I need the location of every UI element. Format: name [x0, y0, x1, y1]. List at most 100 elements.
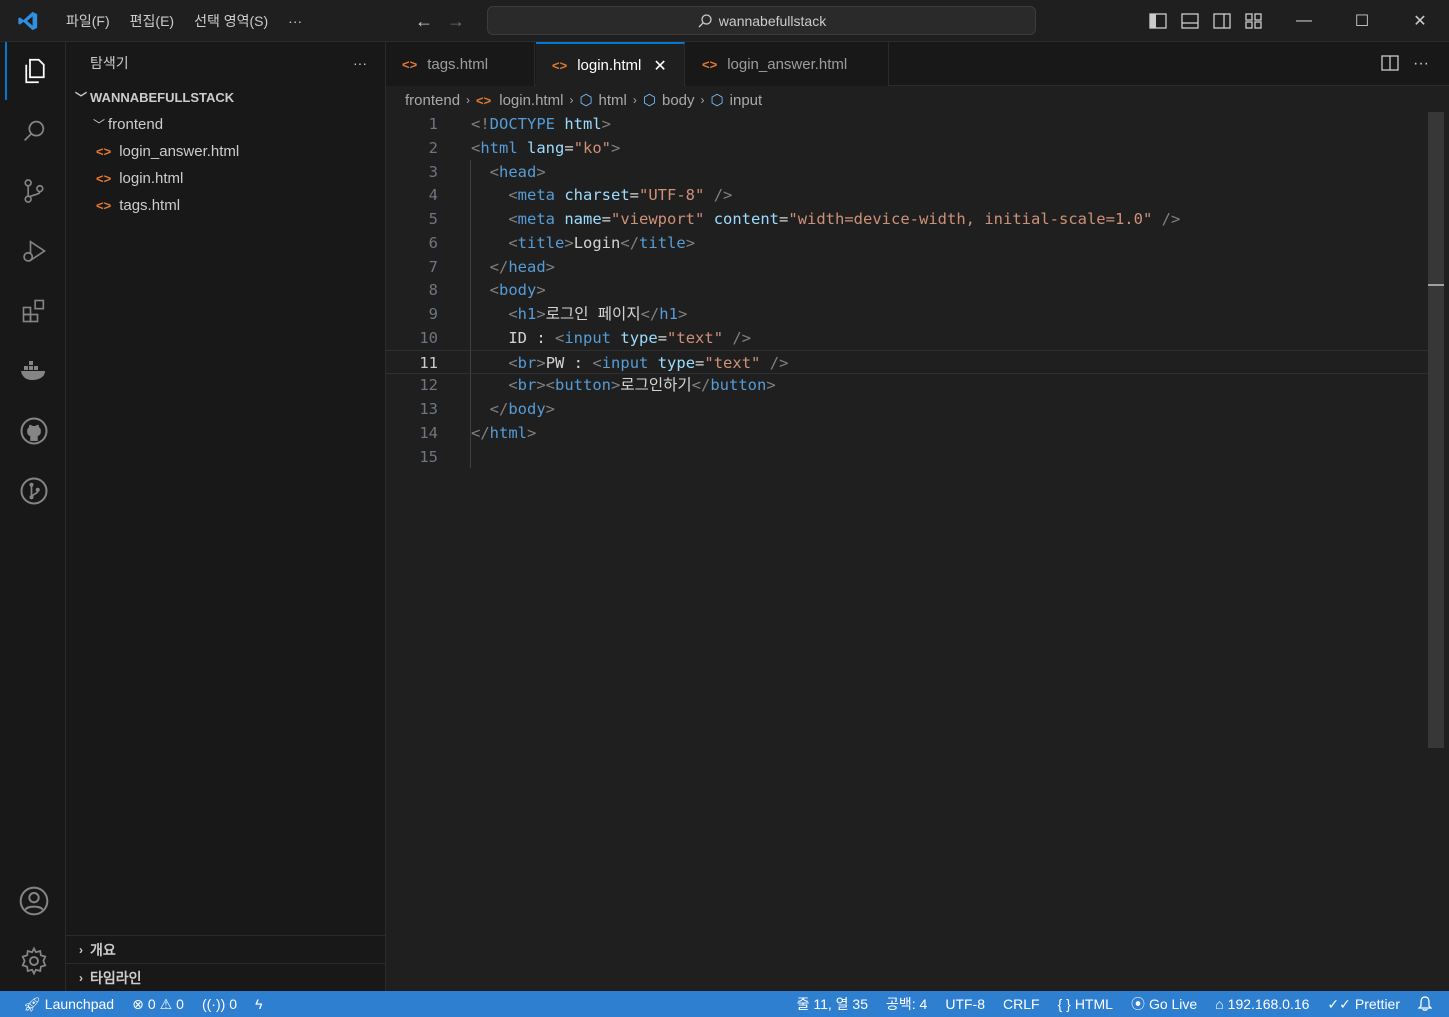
account-icon[interactable] [5, 872, 63, 930]
code-line: 15 [386, 445, 1428, 469]
close-tab-icon[interactable]: ✕ [653, 56, 666, 76]
menu-edit[interactable]: 편집(E) [120, 0, 184, 42]
github-icon[interactable] [5, 402, 63, 460]
status-bar: 🚀︎ Launchpad ⊗ 0 ⚠ 0 ((·)) 0 ϟ 줄 11, 열 3… [0, 991, 1449, 1017]
ip-address[interactable]: ⌂ 192.168.0.16 [1206, 996, 1318, 1012]
broadcast-icon: ⦿ [1130, 996, 1145, 1012]
ports-count: 0 [229, 996, 238, 1012]
language-label: HTML [1074, 996, 1113, 1012]
prettier-item[interactable]: ✓✓ Prettier [1318, 996, 1409, 1013]
ports-item[interactable]: ((·)) 0 [193, 996, 246, 1012]
search-icon[interactable] [5, 102, 63, 160]
source-control-icon[interactable] [5, 162, 63, 220]
chevron-right-icon: › [700, 93, 705, 107]
toggle-panel-icon[interactable] [1180, 11, 1200, 31]
chevron-right-icon: › [569, 93, 574, 107]
cursor-position[interactable]: 줄 11, 열 35 [788, 994, 877, 1014]
line-number: 2 [428, 139, 438, 157]
run-debug-icon[interactable] [5, 222, 63, 280]
title-bar: 파일(F) 편집(E) 선택 영역(S) ··· ← → wannabefull… [0, 0, 1449, 42]
split-editor-icon[interactable] [1381, 54, 1399, 74]
html-file-icon: <> [96, 144, 112, 159]
minimize-icon[interactable]: — [1275, 0, 1333, 42]
file-item[interactable]: <> tags.html [66, 192, 385, 219]
line-number: 14 [419, 424, 438, 442]
toggle-secondary-sidebar-icon[interactable] [1212, 11, 1232, 31]
warning-count: 0 [176, 996, 184, 1012]
launchpad-item[interactable]: 🚀︎ Launchpad [14, 996, 123, 1013]
tab-login-html[interactable]: <> login.html ✕ [536, 42, 685, 87]
code-editor[interactable]: 1 <!DOCTYPE html> 2 <html lang="ko"> 3 <he… [386, 112, 1428, 990]
breadcrumb-input[interactable]: input [730, 92, 763, 109]
outline-section[interactable]: › 개요 [66, 935, 385, 963]
problems-item[interactable]: ⊗ 0 ⚠ 0 [123, 996, 193, 1013]
vertical-scrollbar[interactable] [1428, 112, 1444, 748]
code-line: 14 </html> [386, 421, 1428, 445]
language-mode[interactable]: { } HTML [1049, 996, 1122, 1012]
menu-selection[interactable]: 선택 영역(S) [184, 0, 278, 42]
breadcrumb-body[interactable]: body [662, 92, 695, 109]
timeline-section[interactable]: › 타임라인 [66, 963, 385, 991]
tab-login-answer-html[interactable]: <> login_answer.html [686, 42, 889, 86]
extensions-icon[interactable] [5, 282, 63, 340]
code-line: 4 <meta charset="UTF-8" /> [386, 183, 1428, 207]
toggle-primary-sidebar-icon[interactable] [1148, 11, 1168, 31]
forward-arrow-icon[interactable]: → [447, 11, 465, 32]
workspace-root-label: WANNABEFULLSTACK [90, 90, 235, 105]
breadcrumb-folder[interactable]: frontend [405, 92, 460, 109]
code-line: 7 </head> [386, 255, 1428, 279]
end-of-line[interactable]: CRLF [994, 996, 1049, 1012]
explorer-more-icon[interactable]: ··· [353, 55, 367, 71]
encoding[interactable]: UTF-8 [936, 996, 994, 1012]
breadcrumb-file[interactable]: login.html [499, 92, 563, 109]
chevron-down-icon: ﹀ [92, 118, 105, 132]
indentation[interactable]: 공백: 4 [877, 994, 936, 1014]
settings-gear-icon[interactable] [5, 932, 63, 990]
error-count: 0 [147, 996, 156, 1012]
line-number: 11 [419, 354, 438, 372]
notifications-bell-icon[interactable] [1409, 996, 1441, 1012]
chevron-down-icon: ﹀ [74, 91, 87, 105]
breadcrumb-html[interactable]: html [599, 92, 627, 109]
chevron-right-icon: › [632, 93, 637, 107]
prettier-label: Prettier [1354, 996, 1400, 1012]
line-number: 1 [428, 115, 438, 133]
activity-bar [0, 42, 66, 991]
line-number: 13 [419, 400, 438, 418]
git-graph-icon[interactable] [5, 462, 63, 520]
line-number: 7 [428, 258, 438, 276]
explorer-sidebar: 탐색기 ··· ﹀ WANNABEFULLSTACK ﹀ frontend <>… [66, 42, 386, 991]
tab-tags-html[interactable]: <> tags.html [386, 42, 535, 86]
lightning-icon: ϟ [255, 996, 263, 1012]
command-center[interactable]: wannabefullstack [487, 6, 1036, 35]
chevron-right-icon: › [79, 942, 83, 957]
docker-icon[interactable] [5, 342, 63, 400]
html-file-icon: <> [402, 56, 418, 72]
menu-file[interactable]: 파일(F) [56, 0, 120, 42]
home-icon: ⌂ [1215, 996, 1224, 1012]
code-line: 10 ID : <input type="text" /> [386, 326, 1428, 350]
maximize-icon[interactable]: ☐ [1333, 0, 1391, 42]
line-number: 6 [428, 234, 438, 252]
menu-more[interactable]: ··· [278, 0, 312, 42]
go-live-button[interactable]: ⦿ Go Live [1122, 994, 1206, 1014]
window-controls: — ☐ ✕ [1275, 0, 1449, 42]
file-item[interactable]: <> login_answer.html [66, 138, 385, 165]
outline-label: 개요 [90, 941, 116, 958]
folder-label: frontend [108, 116, 164, 133]
code-line: 1 <!DOCTYPE html> [386, 112, 1428, 136]
explorer-icon[interactable] [5, 42, 63, 100]
close-window-icon[interactable]: ✕ [1391, 0, 1449, 42]
html-file-icon: <> [96, 171, 112, 186]
double-check-icon: ✓✓ [1327, 995, 1351, 1012]
workspace-root[interactable]: ﹀ WANNABEFULLSTACK [66, 84, 385, 111]
editor-more-icon[interactable]: ··· [1413, 55, 1429, 73]
braces-icon: { } [1057, 996, 1071, 1012]
lightning-item[interactable]: ϟ [246, 996, 271, 1012]
back-arrow-icon[interactable]: ← [415, 11, 433, 32]
customize-layout-icon[interactable] [1244, 11, 1264, 31]
file-item[interactable]: <> login.html [66, 165, 385, 192]
file-label: login_answer.html [119, 143, 240, 160]
chevron-right-icon: › [79, 970, 83, 985]
folder-frontend[interactable]: ﹀ frontend [66, 111, 385, 138]
